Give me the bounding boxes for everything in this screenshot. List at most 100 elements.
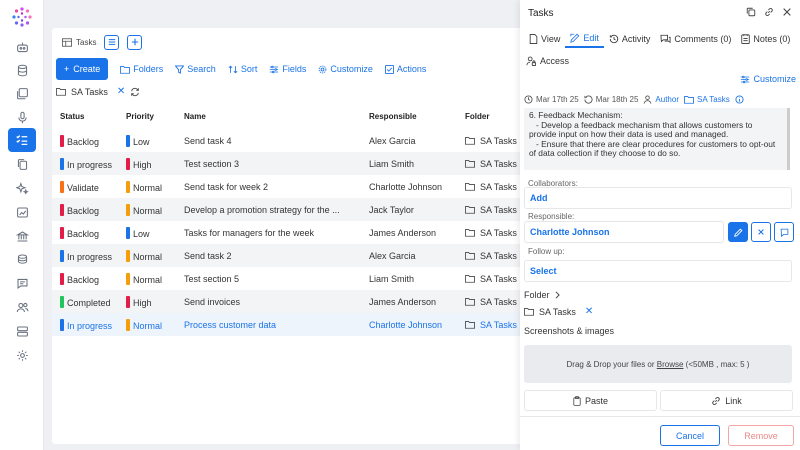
responsible-cell[interactable]: James Anderson xyxy=(369,221,465,244)
table-row[interactable]: Validate Normal Send task for week 2 Charlo… xyxy=(52,175,572,198)
bank-icon[interactable] xyxy=(10,225,34,247)
priority-cell[interactable]: Normal xyxy=(126,244,184,267)
name-cell[interactable]: Tasks for managers for the week xyxy=(184,221,369,244)
responsible-cell[interactable]: Liam Smith xyxy=(369,152,465,175)
name-cell[interactable]: Send invoices xyxy=(184,290,369,313)
meta-folder[interactable]: SA Tasks xyxy=(683,95,730,104)
sort-button[interactable]: Sort xyxy=(228,64,257,74)
status-cell[interactable]: Backlog xyxy=(52,198,126,221)
coins-icon[interactable] xyxy=(10,248,34,270)
remove-folder-icon[interactable]: ✕ xyxy=(585,306,593,317)
followup-select[interactable]: Select xyxy=(524,260,792,282)
responsible-cell[interactable]: Jack Taylor xyxy=(369,198,465,221)
status-cell[interactable]: Completed xyxy=(52,290,126,313)
tasks-list-icon[interactable] xyxy=(8,128,36,152)
drawer-customize-button[interactable]: Customize xyxy=(740,74,796,84)
duplicate-icon[interactable] xyxy=(746,7,756,17)
tab-comments[interactable]: Comments (0) xyxy=(655,31,736,47)
table-row[interactable]: In progress Normal Process customer data Ch… xyxy=(52,313,572,336)
sparkles-icon[interactable] xyxy=(10,177,34,199)
name-cell[interactable]: Send task for week 2 xyxy=(184,175,369,198)
table-row[interactable]: Completed High Send invoices James Anderson… xyxy=(52,290,572,313)
server-icon[interactable] xyxy=(10,320,34,342)
edit-responsible-button[interactable] xyxy=(728,222,748,242)
author[interactable]: Author xyxy=(643,95,679,104)
analytics-icon[interactable] xyxy=(10,201,34,223)
responsible-cell[interactable]: Alex Garcia xyxy=(369,244,465,267)
name-cell[interactable]: Send task 2 xyxy=(184,244,369,267)
table-row[interactable]: In progress High Test section 3 Liam Smith S… xyxy=(52,152,572,175)
actions-button[interactable]: Actions xyxy=(384,64,426,74)
database-icon[interactable] xyxy=(10,59,34,81)
responsible-cell[interactable]: Charlotte Johnson xyxy=(369,313,465,336)
app-logo-icon[interactable] xyxy=(11,6,33,28)
start-date[interactable]: Mar 17th 25 xyxy=(524,95,579,104)
folder-section-toggle[interactable]: Folder xyxy=(524,290,561,300)
responsible-cell[interactable]: Liam Smith xyxy=(369,267,465,290)
status-cell[interactable]: Backlog xyxy=(52,267,126,290)
status-cell[interactable]: Validate xyxy=(52,175,126,198)
clear-responsible-button[interactable] xyxy=(751,222,771,242)
users-icon[interactable] xyxy=(10,296,34,318)
priority-cell[interactable]: Normal xyxy=(126,313,184,336)
remove-button[interactable]: Remove xyxy=(728,425,794,446)
col-responsible[interactable]: Responsible xyxy=(369,103,465,129)
link-icon[interactable] xyxy=(764,7,774,17)
responsible-field[interactable]: Charlotte Johnson xyxy=(524,221,724,243)
end-date[interactable]: Mar 18th 25 xyxy=(584,95,638,104)
link-button[interactable]: Link xyxy=(660,390,793,411)
tab-activity[interactable]: Activity xyxy=(604,31,656,47)
name-cell[interactable]: Process customer data xyxy=(184,313,369,336)
add-view-button[interactable] xyxy=(127,34,143,50)
close-icon[interactable] xyxy=(782,7,792,17)
priority-cell[interactable]: Normal xyxy=(126,267,184,290)
collaborators-field[interactable]: Add xyxy=(524,187,792,209)
responsible-cell[interactable]: Alex Garcia xyxy=(369,129,465,152)
tab-tasks[interactable]: Tasks xyxy=(62,38,96,47)
fields-button[interactable]: Fields xyxy=(269,64,306,74)
tab-view[interactable]: View xyxy=(524,31,565,47)
settings-gear-icon[interactable] xyxy=(10,344,34,366)
microphone-icon[interactable] xyxy=(10,106,34,128)
status-cell[interactable]: In progress xyxy=(52,152,126,175)
tab-edit[interactable]: Edit xyxy=(565,30,604,48)
message-responsible-button[interactable] xyxy=(774,222,794,242)
folders-button[interactable]: Folders xyxy=(120,64,163,74)
col-name[interactable]: Name xyxy=(184,103,369,129)
copy-icon[interactable] xyxy=(10,153,34,175)
description-editor[interactable]: 6. Feedback Mechanism: - Develop a feedb… xyxy=(524,108,790,170)
name-cell[interactable]: Develop a promotion strategy for the ... xyxy=(184,198,369,221)
priority-cell[interactable]: High xyxy=(126,290,184,313)
name-cell[interactable]: Send task 4 xyxy=(184,129,369,152)
priority-cell[interactable]: Low xyxy=(126,129,184,152)
search-button[interactable]: Search xyxy=(175,64,216,74)
name-cell[interactable]: Test section 3 xyxy=(184,152,369,175)
clear-filter-icon[interactable]: ✕ xyxy=(117,86,125,97)
table-row[interactable]: Backlog Low Send task 4 Alex Garcia SA Tasks xyxy=(52,129,572,152)
col-priority[interactable]: Priority xyxy=(126,103,184,129)
status-cell[interactable]: In progress xyxy=(52,313,126,336)
gallery-icon[interactable] xyxy=(10,82,34,104)
create-button[interactable]: + Create xyxy=(56,58,109,80)
browse-link[interactable]: Browse xyxy=(657,360,684,369)
paste-button[interactable]: Paste xyxy=(524,390,657,411)
cancel-button[interactable]: Cancel xyxy=(660,425,720,446)
priority-cell[interactable]: Low xyxy=(126,221,184,244)
chat-icon[interactable] xyxy=(10,272,34,294)
table-row[interactable]: Backlog Low Tasks for managers for the wee… xyxy=(52,221,572,244)
status-cell[interactable]: In progress xyxy=(52,244,126,267)
priority-cell[interactable]: Normal xyxy=(126,175,184,198)
col-status[interactable]: Status xyxy=(52,103,126,129)
status-cell[interactable]: Backlog xyxy=(52,129,126,152)
priority-cell[interactable]: High xyxy=(126,152,184,175)
table-row[interactable]: Backlog Normal Test section 5 Liam Smith SA … xyxy=(52,267,572,290)
info-icon[interactable] xyxy=(735,95,744,104)
status-cell[interactable]: Backlog xyxy=(52,221,126,244)
refresh-icon[interactable] xyxy=(130,87,140,97)
file-dropzone[interactable]: Drag & Drop your files or Browse (<50MB … xyxy=(524,345,792,383)
robot-icon[interactable] xyxy=(10,36,34,58)
customize-button[interactable]: Customize xyxy=(318,64,373,74)
table-row[interactable]: Backlog Normal Develop a promotion strateg… xyxy=(52,198,572,221)
responsible-cell[interactable]: James Anderson xyxy=(369,290,465,313)
priority-cell[interactable]: Normal xyxy=(126,198,184,221)
